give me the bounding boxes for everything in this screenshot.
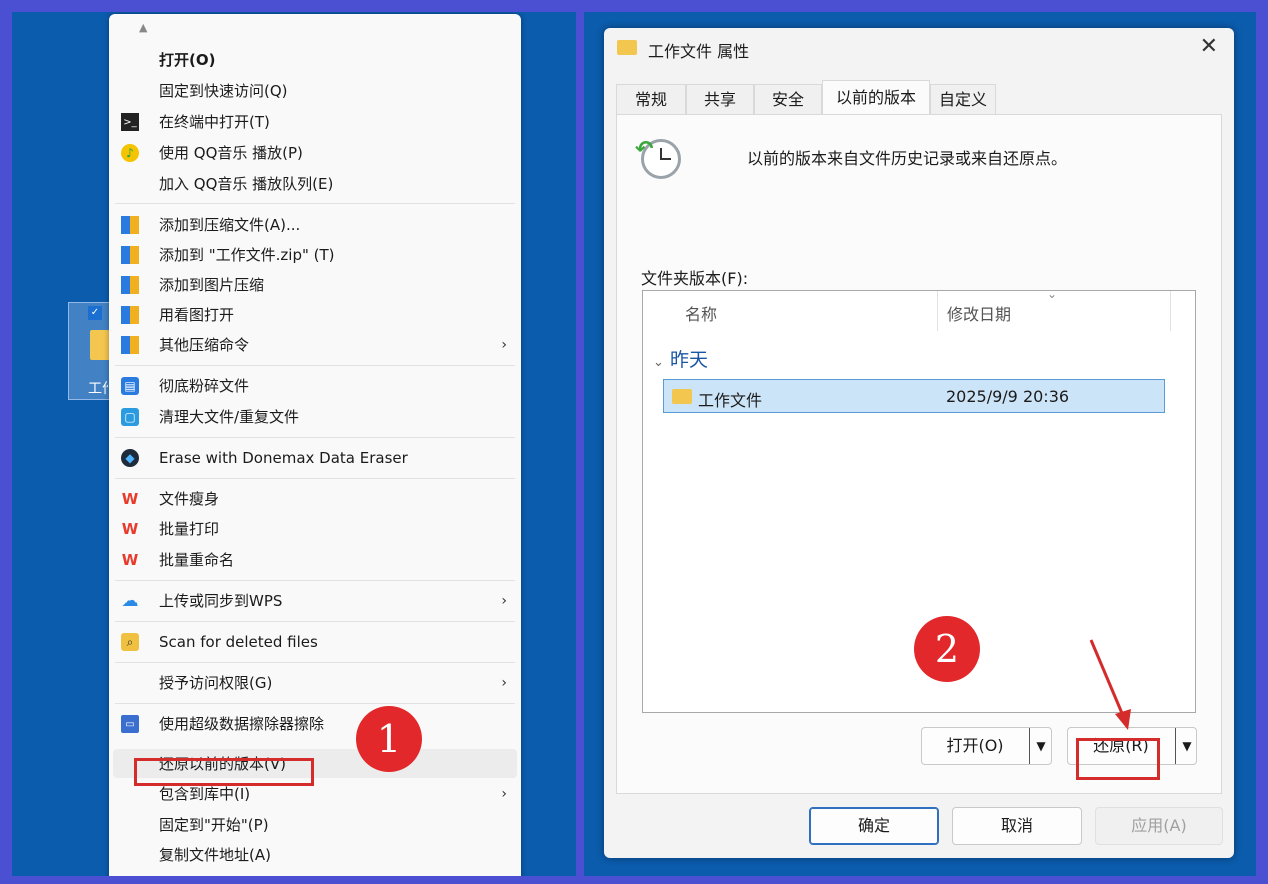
menu-separator — [115, 703, 515, 704]
menu-item-shred[interactable]: ▤ 彻底粉碎文件 — [113, 371, 517, 400]
menu-item-upload-wps[interactable]: ☁ 上传或同步到WPS › — [113, 586, 517, 615]
menu-item-label: 使用超级数据擦除器擦除 — [159, 715, 325, 733]
menu-item-label: 用看图打开 — [159, 306, 235, 324]
menu-item-label: Scan for deleted files — [159, 632, 318, 651]
menu-item-label: 其他压缩命令 — [159, 336, 250, 354]
chevron-right-icon: › — [501, 336, 507, 353]
menu-item-other-compress[interactable]: 其他压缩命令 › — [113, 330, 517, 359]
menu-separator — [115, 203, 515, 204]
menu-item-add-archive[interactable]: 添加到压缩文件(A)... — [113, 210, 517, 239]
chevron-right-icon: › — [501, 785, 507, 802]
menu-item-label: 添加到压缩文件(A)... — [159, 216, 301, 234]
menu-separator — [115, 621, 515, 622]
menu-item-label: Erase with Donemax Data Eraser — [159, 448, 408, 467]
menu-item-label: 清理大文件/重复文件 — [159, 408, 300, 426]
menu-item-qq-queue[interactable]: 加入 QQ音乐 播放队列(E) — [113, 169, 517, 198]
menu-item-label: 上传或同步到WPS — [159, 592, 283, 610]
archive-icon — [121, 336, 139, 354]
menu-separator — [115, 662, 515, 663]
context-menu: ▲ 打开(O) 固定到快速访问(Q) >_ 在终端中打开(T) ♪ 使用 QQ音… — [109, 14, 521, 876]
desktop-left: ✓ 工作 ▲ 打开(O) 固定到快速访问(Q) >_ 在终端中打开(T) ♪ 使… — [12, 12, 576, 876]
menu-item-open-terminal[interactable]: >_ 在终端中打开(T) — [113, 107, 517, 136]
menu-item-label: 包含到库中(I) — [159, 785, 251, 803]
menu-item-label: 批量打印 — [159, 520, 220, 538]
menu-item-clean-large[interactable]: ▢ 清理大文件/重复文件 — [113, 402, 517, 431]
cancel-button[interactable]: 取消 — [952, 807, 1082, 845]
menu-item-label: 在终端中打开(T) — [159, 113, 270, 131]
properties-dialog: 工作文件 属性 ✕ 常规 共享 安全 以前的版本 自定义 ↶ 以前的版本来自文件… — [604, 28, 1234, 858]
archive-icon — [121, 306, 139, 324]
menu-separator — [115, 580, 515, 581]
wps-icon: W — [121, 520, 139, 538]
menu-item-label: 批量重命名 — [159, 551, 235, 569]
archive-icon — [121, 276, 139, 294]
menu-item-open[interactable]: 打开(O) — [113, 45, 517, 74]
menu-item-include-library[interactable]: 包含到库中(I) › — [113, 779, 517, 808]
menu-item-label: 使用 QQ音乐 播放(P) — [159, 144, 303, 162]
menu-item-label: 打开(O) — [159, 51, 216, 69]
menu-item-slim-file[interactable]: W 文件瘦身 — [113, 484, 517, 513]
menu-item-label: 彻底粉碎文件 — [159, 377, 250, 395]
terminal-icon: >_ — [121, 113, 139, 131]
menu-item-open-viewer[interactable]: 用看图打开 — [113, 300, 517, 329]
menu-item-super-erase[interactable]: ▭ 使用超级数据擦除器擦除 — [113, 709, 517, 738]
menu-item-batch-rename[interactable]: W 批量重命名 — [113, 545, 517, 574]
menu-item-label: 复制文件地址(A) — [159, 846, 271, 864]
arrow-shaft — [1089, 639, 1126, 719]
monitor-icon: ▭ — [121, 715, 139, 733]
menu-item-grant-access[interactable]: 授予访问权限(G) › — [113, 668, 517, 697]
menu-item-image-compress[interactable]: 添加到图片压缩 — [113, 270, 517, 299]
wps-icon: W — [121, 551, 139, 569]
menu-item-label: 固定到"开始"(P) — [159, 816, 269, 834]
chevron-right-icon: › — [501, 592, 507, 609]
menu-item-label: 授予访问权限(G) — [159, 674, 273, 692]
menu-item-pin-start[interactable]: 固定到"开始"(P) — [113, 810, 517, 839]
archive-icon — [121, 246, 139, 264]
menu-item-batch-print[interactable]: W 批量打印 — [113, 514, 517, 543]
chevron-right-icon: › — [501, 674, 507, 691]
menu-item-donemax-erase[interactable]: ◆ Erase with Donemax Data Eraser — [113, 443, 517, 472]
menu-separator — [115, 437, 515, 438]
menu-item-add-zip[interactable]: 添加到 "工作文件.zip" (T) — [113, 240, 517, 269]
cleaner-icon: ▢ — [121, 408, 139, 426]
pointer-arrow — [1089, 639, 1131, 730]
menu-separator — [115, 478, 515, 479]
donemax-icon: ◆ — [121, 449, 139, 467]
step-1-badge: 1 — [356, 706, 422, 772]
wps-icon: W — [121, 490, 139, 508]
apply-button[interactable]: 应用(A) — [1095, 807, 1223, 845]
ok-button[interactable]: 确定 — [809, 807, 939, 845]
menu-item-copy-path[interactable]: 复制文件地址(A) — [113, 840, 517, 869]
menu-item-pin-quick-access[interactable]: 固定到快速访问(Q) — [113, 76, 517, 105]
menu-item-label: 加入 QQ音乐 播放队列(E) — [159, 175, 334, 193]
menu-item-scan-deleted[interactable]: ⌕ Scan for deleted files — [113, 627, 517, 656]
archive-icon — [121, 216, 139, 234]
cloud-icon: ☁ — [121, 591, 139, 611]
qq-music-icon: ♪ — [121, 144, 139, 162]
scan-icon: ⌕ — [121, 633, 139, 651]
arrow-head — [1115, 709, 1131, 730]
menu-item-label: 添加到 "工作文件.zip" (T) — [159, 246, 335, 264]
menu-item-label: 文件瘦身 — [159, 490, 220, 508]
shredder-icon: ▤ — [121, 377, 139, 395]
desktop-icon-label: 工作 — [88, 381, 108, 397]
menu-separator — [115, 365, 515, 366]
scroll-up-icon[interactable]: ▲ — [139, 21, 147, 34]
menu-item-qq-play[interactable]: ♪ 使用 QQ音乐 播放(P) — [113, 138, 517, 167]
menu-item-label: 固定到快速访问(Q) — [159, 82, 288, 100]
checkbox-icon[interactable]: ✓ — [88, 306, 102, 320]
desktop-right: 工作文件 属性 ✕ 常规 共享 安全 以前的版本 自定义 ↶ 以前的版本来自文件… — [584, 12, 1256, 876]
menu-item-label: 添加到图片压缩 — [159, 276, 265, 294]
step-2-badge: 2 — [914, 616, 980, 682]
